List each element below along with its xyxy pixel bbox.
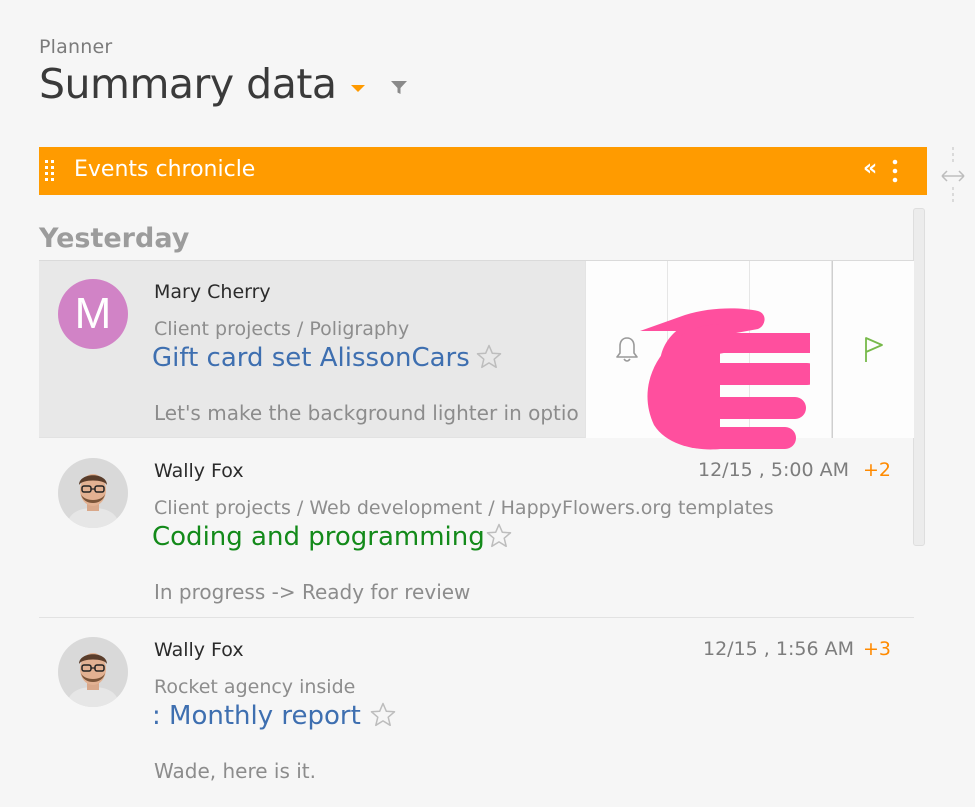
star-icon[interactable] bbox=[475, 343, 503, 371]
page-title[interactable]: Summary data bbox=[39, 60, 337, 108]
star-icon[interactable] bbox=[369, 701, 397, 729]
action-flag-button[interactable] bbox=[832, 261, 914, 438]
feed-item[interactable]: Wally Fox 12/15 , 5:00 AM +2 Client proj… bbox=[39, 440, 914, 618]
star-icon[interactable] bbox=[485, 522, 513, 550]
item-message: Wade, here is it. bbox=[154, 759, 316, 783]
author-name[interactable]: Wally Fox bbox=[154, 639, 244, 661]
panel-header: Events chronicle « bbox=[39, 147, 927, 195]
feed-item[interactable]: M Mary Cherry Client projects / Poligrap… bbox=[39, 260, 914, 438]
comment-counter[interactable]: +2 bbox=[863, 459, 891, 481]
bell-icon bbox=[615, 336, 638, 362]
action-button-3[interactable] bbox=[750, 261, 832, 438]
item-title-link[interactable]: Gift card set AlissonCars bbox=[152, 343, 470, 373]
panel-title: Events chronicle bbox=[74, 157, 256, 182]
avatar[interactable]: M bbox=[58, 279, 128, 349]
horizontal-resize-icon[interactable] bbox=[938, 147, 968, 205]
avatar[interactable] bbox=[58, 458, 128, 528]
item-message: In progress -> Ready for review bbox=[154, 580, 471, 604]
item-title-link[interactable]: Coding and programming bbox=[152, 522, 485, 552]
item-datetime: 12/15 , 1:56 AM bbox=[703, 638, 854, 660]
avatar[interactable] bbox=[58, 637, 128, 707]
item-path[interactable]: Client projects / Poligraphy bbox=[154, 318, 409, 340]
kebab-menu-icon[interactable] bbox=[891, 159, 899, 183]
item-path[interactable]: Client projects / Web development / Happ… bbox=[154, 497, 774, 519]
item-path[interactable]: Rocket agency inside bbox=[154, 676, 355, 698]
group-header-yesterday: Yesterday bbox=[39, 223, 190, 254]
comment-counter[interactable]: +3 bbox=[863, 638, 891, 660]
drag-handle-icon[interactable] bbox=[44, 159, 56, 183]
author-name[interactable]: Wally Fox bbox=[154, 460, 244, 482]
item-message: Let's make the background lighter in opt… bbox=[154, 401, 579, 425]
action-remind-button[interactable] bbox=[586, 261, 668, 438]
app-label: Planner bbox=[39, 36, 113, 58]
item-datetime: 12/15 , 5:00 AM bbox=[698, 459, 849, 481]
item-title-link[interactable]: : Monthly report bbox=[152, 701, 361, 731]
flag-icon bbox=[864, 336, 883, 362]
filter-icon[interactable] bbox=[389, 78, 409, 98]
scrollbar[interactable] bbox=[913, 208, 925, 546]
author-name[interactable]: Mary Cherry bbox=[154, 281, 271, 303]
title-dropdown-caret-icon[interactable] bbox=[351, 85, 365, 92]
action-button-2[interactable] bbox=[668, 261, 750, 438]
collapse-panel-icon[interactable]: « bbox=[863, 155, 877, 183]
item-action-bar bbox=[585, 261, 914, 438]
feed-item[interactable]: Wally Fox 12/15 , 1:56 AM +3 Rocket agen… bbox=[39, 619, 914, 797]
